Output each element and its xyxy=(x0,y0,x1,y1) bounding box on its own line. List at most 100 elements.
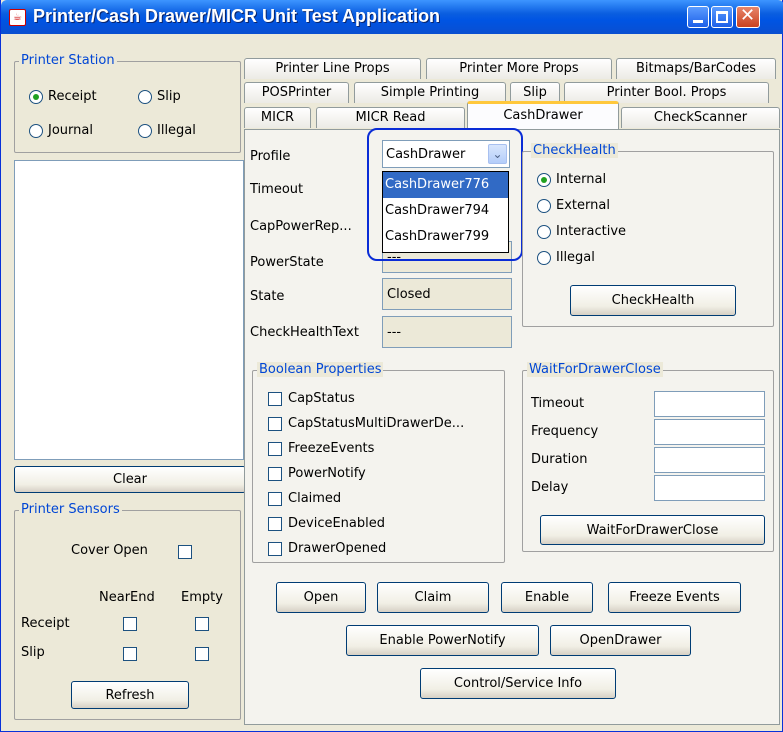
printer-sensors-group: Printer Sensors Cover Open NearEnd Empty… xyxy=(14,502,241,720)
wait-delay-label: Delay xyxy=(531,480,569,495)
checkhealth-title: CheckHealth xyxy=(531,143,618,158)
powernotify-checkbox[interactable]: PowerNotify xyxy=(268,466,366,481)
minimize-button[interactable] xyxy=(687,6,709,28)
radio-icon xyxy=(537,224,551,239)
slip-row-label: Slip xyxy=(21,645,45,660)
radio-label: Illegal xyxy=(556,250,595,265)
receipt-empty-checkbox xyxy=(195,617,209,631)
tab-micr-read[interactable]: MICR Read xyxy=(316,107,465,128)
nearend-header: NearEnd xyxy=(99,590,155,605)
tab-slip[interactable]: Slip xyxy=(510,82,560,103)
waitfordrawerclose-group: WaitForDrawerClose Timeout Frequency Dur… xyxy=(522,362,774,552)
empty-header: Empty xyxy=(181,590,223,605)
cover-open-checkbox xyxy=(178,545,192,559)
claimed-checkbox[interactable]: Claimed xyxy=(268,491,341,506)
checkbox-icon xyxy=(268,516,282,531)
slip-empty-checkbox xyxy=(195,647,209,661)
open-button[interactable]: Open xyxy=(276,582,366,613)
printer-station-title: Printer Station xyxy=(19,53,117,68)
tab-posprinter[interactable]: POSPrinter xyxy=(244,82,349,103)
radio-label: Interactive xyxy=(556,224,627,239)
state-value: Closed xyxy=(382,278,512,310)
tab-cashdrawer[interactable]: CashDrawer xyxy=(467,101,619,130)
radio-selected-icon xyxy=(537,172,551,187)
maximize-icon xyxy=(716,11,728,23)
window-title: Printer/Cash Drawer/MICR Unit Test Appli… xyxy=(33,6,441,26)
checkbox-icon xyxy=(268,416,282,431)
waitfordrawerclose-title: WaitForDrawerClose xyxy=(527,362,663,377)
deviceenabled-checkbox[interactable]: DeviceEnabled xyxy=(268,516,385,531)
freezeevents-checkbox[interactable]: FreezeEvents xyxy=(268,441,374,456)
tab-bitmaps-barcodes[interactable]: Bitmaps/BarCodes xyxy=(616,58,776,79)
checkbox-label: FreezeEvents xyxy=(288,441,375,456)
radio-label: Receipt xyxy=(48,89,97,104)
wait-duration-input[interactable] xyxy=(654,447,765,473)
printer-sensors-title: Printer Sensors xyxy=(19,502,122,517)
radio-label: Illegal xyxy=(157,123,196,138)
state-label: State xyxy=(250,289,285,304)
checkbox-icon xyxy=(268,466,282,481)
close-button[interactable]: ✕ xyxy=(736,5,760,28)
tab-printer-line-props[interactable]: Printer Line Props xyxy=(244,58,421,79)
radio-icon xyxy=(537,198,551,213)
tab-micr[interactable]: MICR xyxy=(244,107,311,128)
radio-label: Journal xyxy=(48,123,93,138)
wait-frequency-label: Frequency xyxy=(531,424,599,439)
capstatusmultidrawer-checkbox[interactable]: CapStatusMultiDrawerDe... xyxy=(268,416,464,431)
timeout-label: Timeout xyxy=(250,182,304,197)
cappower-label: CapPowerRep... xyxy=(250,219,352,234)
enable-button[interactable]: Enable xyxy=(501,582,593,613)
wait-frequency-input[interactable] xyxy=(654,419,765,445)
radio-illegal[interactable]: Illegal xyxy=(138,123,196,138)
boolean-properties-group: Boolean Properties CapStatus CapStatusMu… xyxy=(252,362,505,563)
tab-printer-more-props[interactable]: Printer More Props xyxy=(426,58,612,79)
control-service-info-button[interactable]: Control/Service Info xyxy=(420,668,616,699)
radio-journal[interactable]: Journal xyxy=(29,123,93,138)
radio-label: Slip xyxy=(157,89,181,104)
claim-button[interactable]: Claim xyxy=(377,582,489,613)
output-list[interactable] xyxy=(14,160,244,460)
checkbox-label: CapStatusMultiDrawerDe... xyxy=(288,416,465,431)
radio-receipt[interactable]: Receipt xyxy=(29,89,97,104)
checkbox-label: DeviceEnabled xyxy=(288,516,385,531)
refresh-button[interactable]: Refresh xyxy=(71,681,189,709)
radio-label: Internal xyxy=(556,172,607,187)
receipt-nearend-checkbox xyxy=(123,617,137,631)
title-bar[interactable]: ☕ Printer/Cash Drawer/MICR Unit Test App… xyxy=(1,0,783,34)
draweropened-checkbox[interactable]: DrawerOpened xyxy=(268,541,386,556)
slip-nearend-checkbox xyxy=(123,647,137,661)
capstatus-checkbox[interactable]: CapStatus xyxy=(268,391,355,406)
maximize-button[interactable] xyxy=(711,6,733,28)
wait-timeout-label: Timeout xyxy=(531,396,585,411)
printer-station-group: Printer Station Receipt Slip Journal Ill… xyxy=(14,53,241,153)
receipt-row-label: Receipt xyxy=(21,616,70,631)
radio-selected-icon xyxy=(29,89,43,104)
radio-illegal-health[interactable]: Illegal xyxy=(537,250,595,265)
waitfordrawerclose-button[interactable]: WaitForDrawerClose xyxy=(540,515,765,545)
annotation-highlight xyxy=(367,128,523,261)
checkbox-icon xyxy=(268,391,282,406)
cover-open-label: Cover Open xyxy=(71,543,148,558)
freeze-events-button[interactable]: Freeze Events xyxy=(608,582,741,613)
powerstate-label: PowerState xyxy=(250,255,324,270)
radio-icon xyxy=(29,123,43,138)
radio-icon xyxy=(138,123,152,138)
radio-external[interactable]: External xyxy=(537,198,610,213)
tab-simple-printing[interactable]: Simple Printing xyxy=(354,82,506,103)
checkbox-icon xyxy=(268,491,282,506)
radio-interactive[interactable]: Interactive xyxy=(537,224,626,239)
opendrawer-button[interactable]: OpenDrawer xyxy=(550,625,691,656)
radio-slip[interactable]: Slip xyxy=(138,89,181,104)
checkhealth-button[interactable]: CheckHealth xyxy=(570,285,736,316)
radio-icon xyxy=(537,250,551,265)
checkbox-label: CapStatus xyxy=(288,391,355,406)
wait-delay-input[interactable] xyxy=(654,475,765,501)
wait-timeout-input[interactable] xyxy=(654,391,765,417)
tab-printer-bool-props[interactable]: Printer Bool. Props xyxy=(564,82,769,103)
enable-powernotify-button[interactable]: Enable PowerNotify xyxy=(346,625,539,656)
minimize-icon xyxy=(693,20,703,23)
tab-checkscanner[interactable]: CheckScanner xyxy=(621,107,780,128)
clear-button[interactable]: Clear xyxy=(14,466,246,493)
radio-internal[interactable]: Internal xyxy=(537,172,606,187)
boolean-properties-title: Boolean Properties xyxy=(257,362,384,377)
